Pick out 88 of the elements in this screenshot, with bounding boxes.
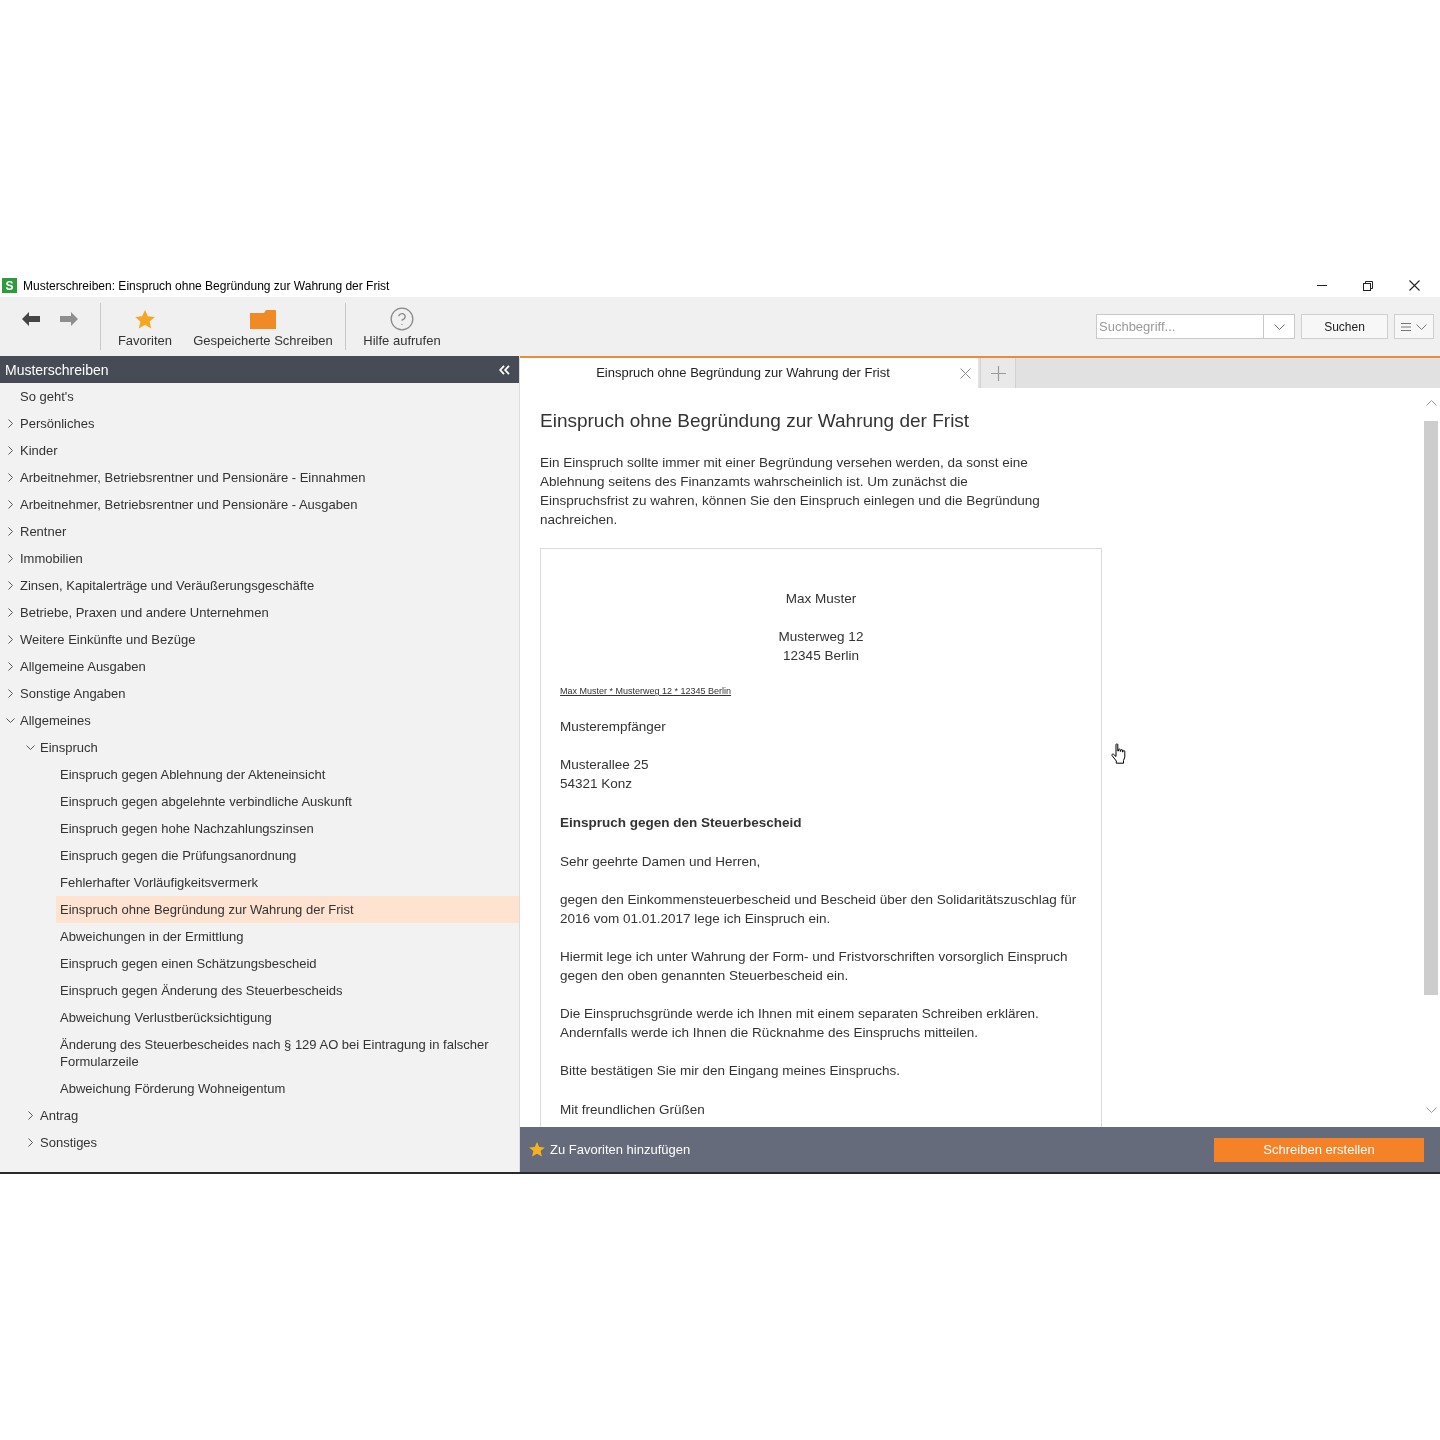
chevron-right-icon[interactable] bbox=[27, 1111, 33, 1120]
document-tab[interactable]: Einspruch ohne Begründung zur Wahrung der Frist bbox=[520, 358, 978, 388]
sender-address-line: 12345 Berlin bbox=[783, 647, 859, 665]
menu-button[interactable] bbox=[1394, 314, 1434, 339]
tree-item[interactable]: Antrag bbox=[40, 1102, 79, 1129]
tree-item[interactable]: Abweichungen in der Ermittlung bbox=[60, 923, 244, 950]
plus-icon bbox=[990, 365, 1006, 381]
letter-paragraph: Hiermit lege ich unter Wahrung der Form- und Fristvorschriften vorsorglich Einspruch gegen den oben genannten Steuerbescheid ein. bbox=[560, 948, 1069, 985]
help-icon bbox=[389, 306, 415, 332]
chevron-down-icon bbox=[1416, 323, 1427, 330]
chevron-down-icon bbox=[1425, 1107, 1437, 1113]
tree-item[interactable]: Einspruch ohne Begründung zur Wahrung der Frist bbox=[56, 896, 519, 923]
tree-item[interactable]: Weitere Einkünfte und Bezüge bbox=[20, 626, 196, 653]
tree-item[interactable]: Kinder bbox=[20, 437, 58, 464]
content-heading: Einspruch ohne Begründung zur Wahrung der Frist bbox=[540, 409, 970, 433]
tree-item[interactable]: Fehlerhafter Vorläufigkeitsvermerk bbox=[60, 869, 258, 896]
letter-paragraph: gegen den Einkommensteuerbescheid und Bescheid über den Solidaritätszuschlag für 2016 vom 01.01.2017 lege ich Einspruch ein. bbox=[560, 891, 1078, 928]
chevron-right-icon[interactable] bbox=[7, 446, 13, 455]
chevron-right-icon[interactable] bbox=[7, 473, 13, 482]
salutation: Sehr geehrte Damen und Herren, bbox=[560, 853, 761, 871]
chevron-down-icon[interactable] bbox=[25, 745, 35, 750]
tree-item[interactable]: Sonstige Angaben bbox=[20, 680, 126, 707]
tree-item[interactable]: Einspruch gegen abgelehnte verbindliche Auskunft bbox=[60, 788, 352, 815]
tree-item[interactable]: Einspruch bbox=[40, 734, 98, 761]
close-icon bbox=[959, 367, 971, 379]
tree-item[interactable]: Einspruch gegen einen Schätzungsbescheid bbox=[60, 950, 317, 977]
app-logo: S bbox=[2, 278, 17, 293]
tree-item[interactable]: Abweichung Förderung Wohneigentum bbox=[60, 1075, 286, 1102]
recipient-name: Musterempfänger bbox=[560, 718, 666, 736]
sidebar-title: Musterschreiben bbox=[5, 361, 109, 378]
double-chevron-left-icon bbox=[499, 364, 510, 375]
star-icon bbox=[529, 1142, 545, 1157]
tree-item[interactable]: Änderung des Steuerbescheides nach § 129 AO bei Eintragung in falscher Formularzeile bbox=[60, 1031, 491, 1075]
letter-paragraph: Bitte bestätigen Sie mir den Eingang meines Einspruchs. bbox=[560, 1062, 901, 1080]
tree-item[interactable]: Rentner bbox=[20, 518, 67, 545]
sender-address-line: Musterweg 12 bbox=[778, 628, 864, 646]
add-to-favorites-button[interactable]: Zu Favoriten hinzufügen bbox=[529, 1139, 691, 1160]
tree-item[interactable]: Arbeitnehmer, Betriebsrentner und Pensionäre - Ausgaben bbox=[20, 491, 358, 518]
search-button[interactable]: Suchen bbox=[1301, 314, 1388, 339]
chevron-right-icon[interactable] bbox=[7, 635, 13, 644]
scrollbar-thumb[interactable] bbox=[1424, 421, 1438, 995]
chevron-right-icon[interactable] bbox=[7, 662, 13, 671]
tree-item[interactable]: So geht's bbox=[20, 383, 74, 410]
tree-item[interactable]: Zinsen, Kapitalerträge und Veräußerungsgeschäfte bbox=[20, 572, 315, 599]
sender-name: Max Muster bbox=[785, 590, 857, 608]
tree-item[interactable]: Allgemeine Ausgaben bbox=[20, 653, 146, 680]
window-title: Musterschreiben: Einspruch ohne Begründung zur Wahrung der Frist bbox=[23, 278, 390, 293]
search-field[interactable]: Suchbegriff... bbox=[1096, 314, 1264, 339]
minimize-icon bbox=[1317, 285, 1327, 286]
hand-cursor-icon bbox=[1111, 743, 1127, 764]
tree-item[interactable]: Allgemeines bbox=[20, 707, 91, 734]
letter-paragraph: Die Einspruchsgründe werde ich Ihnen mit einem separaten Schreiben erklären. Andernfalls werde ich Ihnen die Rücknahme des Einspruchs mitteilen. bbox=[560, 1005, 1040, 1042]
favorites-button[interactable]: Favoriten bbox=[110, 297, 180, 356]
scroll-down-button[interactable] bbox=[1423, 1104, 1439, 1116]
tree-item[interactable]: Arbeitnehmer, Betriebsrentner und Pensionäre - Einnahmen bbox=[20, 464, 366, 491]
saved-letters-button[interactable]: Gespeicherte Schreiben bbox=[187, 297, 339, 356]
chevron-down-icon[interactable] bbox=[5, 718, 15, 723]
recipient-address-line: 54321 Konz bbox=[560, 775, 633, 793]
chevron-right-icon[interactable] bbox=[27, 1138, 33, 1147]
intro-text: Ein Einspruch sollte immer mit einer Begründung versehen werden, da sonst eine Ablehnung seitens des Finanzamts wahrscheinlich ist. Um zunächst die Einspruchsfrist zu wahren, können Sie den Einspruch einlegen und die Begründung nachreichen. bbox=[540, 454, 1041, 529]
chevron-right-icon[interactable] bbox=[7, 554, 13, 563]
return-address: Max Muster * Musterweg 12 * 12345 Berlin bbox=[560, 685, 732, 697]
menu-icon bbox=[1401, 322, 1411, 331]
chevron-right-icon[interactable] bbox=[7, 581, 13, 590]
close-icon bbox=[1408, 280, 1420, 291]
chevron-up-icon bbox=[1425, 400, 1437, 406]
tree-item[interactable]: Persönliches bbox=[20, 410, 95, 437]
chevron-right-icon[interactable] bbox=[7, 689, 13, 698]
letter-subject: Einspruch gegen den Steuerbescheid bbox=[560, 814, 802, 832]
tree-item[interactable]: Sonstiges bbox=[40, 1129, 98, 1156]
chevron-right-icon[interactable] bbox=[7, 608, 13, 617]
chevron-right-icon[interactable] bbox=[7, 419, 13, 428]
tree-item[interactable]: Einspruch gegen Ablehnung der Akteneinsicht bbox=[60, 761, 326, 788]
tree-item[interactable]: Immobilien bbox=[20, 545, 83, 572]
tree-item[interactable]: Einspruch gegen hohe Nachzahlungszinsen bbox=[60, 815, 314, 842]
tree-item[interactable]: Betriebe, Praxen und andere Unternehmen bbox=[20, 599, 269, 626]
tree-item[interactable]: Abweichung Verlustberücksichtigung bbox=[60, 1004, 272, 1031]
recipient-address-line: Musterallee 25 bbox=[560, 756, 649, 774]
star-icon bbox=[135, 309, 155, 329]
closing: Mit freundlichen Grüßen bbox=[560, 1101, 705, 1119]
restore-icon bbox=[1363, 280, 1373, 291]
tree-item[interactable]: Einspruch gegen Änderung des Steuerbescheids bbox=[60, 977, 343, 1004]
chevron-right-icon[interactable] bbox=[7, 500, 13, 509]
tree-item[interactable]: Einspruch gegen die Prüfungsanordnung bbox=[60, 842, 297, 869]
folder-icon bbox=[250, 309, 276, 329]
chevron-down-icon bbox=[1273, 323, 1285, 330]
chevron-right-icon[interactable] bbox=[7, 527, 13, 536]
help-button[interactable]: Hilfe aufrufen bbox=[352, 297, 452, 356]
